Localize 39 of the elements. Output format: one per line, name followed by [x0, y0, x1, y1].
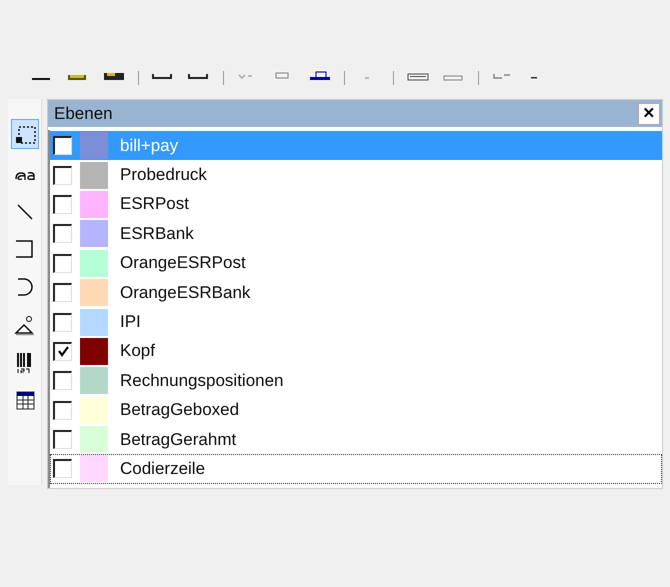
layer-name: IPI [120, 312, 141, 332]
selection-tool-icon[interactable] [11, 119, 39, 149]
close-button[interactable]: ✕ [638, 102, 660, 124]
layer-row[interactable]: ESRPost [50, 190, 662, 220]
layer-name: BetragGeboxed [120, 400, 240, 420]
layer-checkbox[interactable] [53, 371, 72, 390]
panel-title: Ebenen [54, 104, 113, 124]
layer-checkbox[interactable] [53, 194, 72, 214]
layer-name: ESRBank [120, 224, 194, 244]
layer-row[interactable]: BetragGeboxed [50, 396, 662, 425]
layer-row[interactable]: OrangeESRPost [50, 248, 662, 278]
layer-row[interactable]: Rechnungspositionen [50, 366, 662, 396]
layer-row[interactable]: OrangeESRBank [50, 278, 662, 308]
layer-checkbox[interactable] [53, 312, 72, 332]
checkmark-icon [56, 344, 70, 359]
layer-name: Codierzeile [120, 458, 206, 479]
layer-row[interactable]: Codierzeile [50, 454, 662, 484]
layer-row[interactable]: IPI [50, 307, 662, 337]
layer-name: Probedruck [120, 165, 207, 186]
layer-checkbox[interactable] [53, 430, 72, 450]
layer-checkbox[interactable] [53, 400, 72, 420]
layer-checkbox[interactable] [53, 166, 72, 185]
layer-checkbox[interactable] [53, 224, 72, 244]
layer-name: OrangeESRBank [120, 282, 250, 303]
layer-name: bill+pay [120, 136, 178, 156]
layer-name: Kopf [120, 341, 155, 362]
layer-row[interactable]: ESRBank [50, 219, 662, 249]
layer-name: OrangeESRPost [120, 253, 246, 274]
layer-checkbox[interactable] [53, 254, 72, 273]
layer-checkbox[interactable] [53, 459, 72, 478]
layer-checkbox[interactable] [53, 342, 72, 361]
layer-row[interactable]: Probedruck [50, 160, 662, 190]
layer-row[interactable]: Kopf [50, 336, 662, 366]
layer-name: BetragGerahmt [120, 430, 236, 450]
layer-row[interactable]: BetragGerahmt [50, 424, 662, 454]
layer-name: ESRPost [120, 194, 189, 214]
layer-name: Rechnungspositionen [120, 370, 284, 391]
layer-checkbox[interactable] [53, 283, 72, 302]
layer-checkbox[interactable] [53, 136, 72, 156]
